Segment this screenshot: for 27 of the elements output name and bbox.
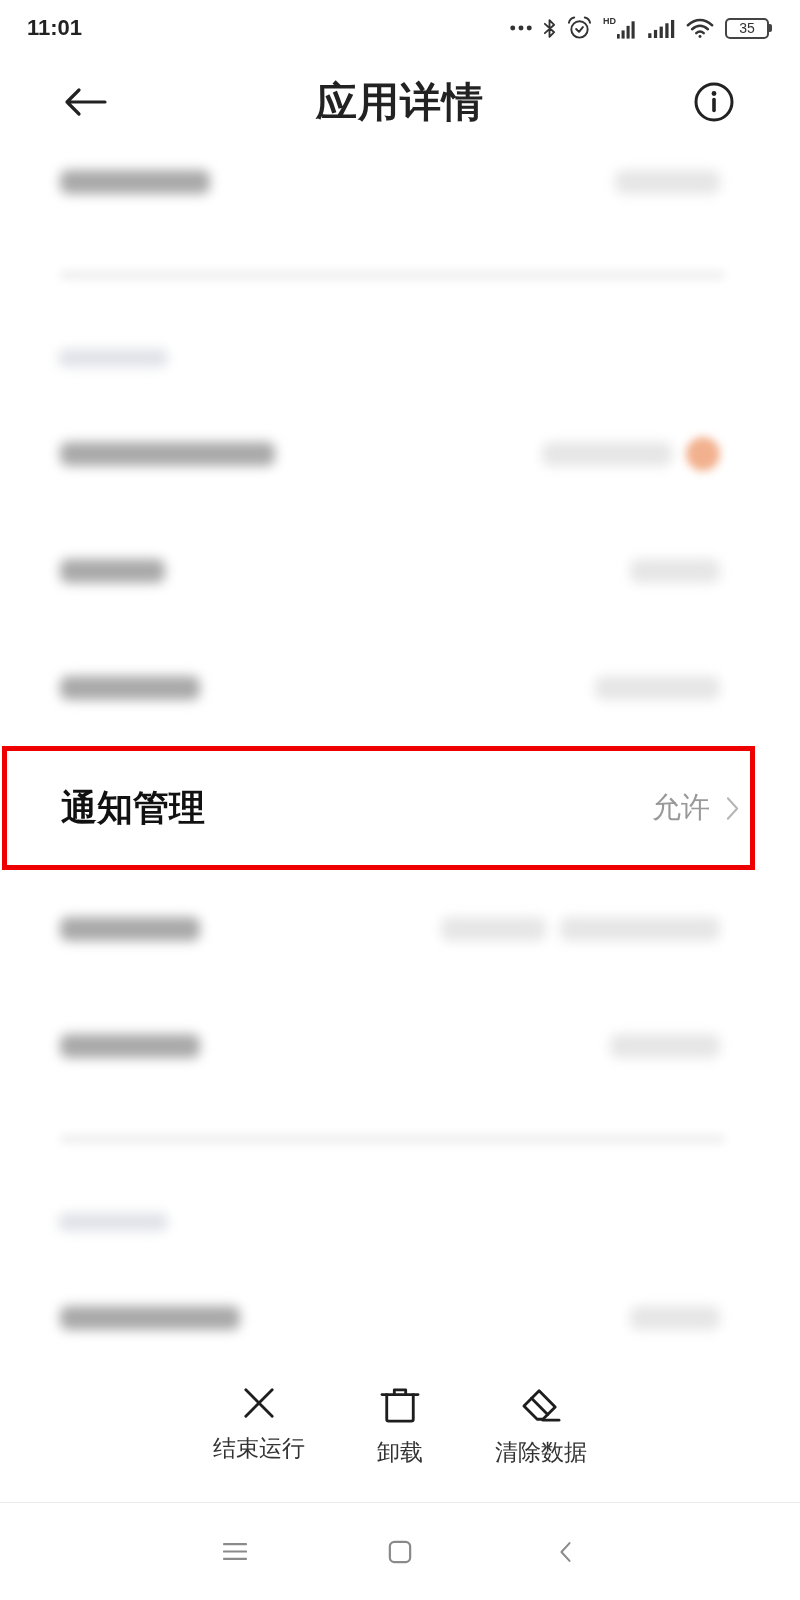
wifi-icon xyxy=(686,17,714,39)
page-title: 应用详情 xyxy=(316,76,484,128)
trash-icon xyxy=(380,1387,420,1423)
chevron-left-icon[interactable] xyxy=(558,1539,572,1564)
row-label: 通知管理 xyxy=(61,785,205,830)
battery-percent: 35 xyxy=(739,21,755,35)
status-time: 11:01 xyxy=(27,15,83,41)
eraser-icon xyxy=(521,1387,561,1423)
signal-icon xyxy=(648,18,675,38)
row-value: 允许 xyxy=(652,789,710,826)
arrow-left-icon xyxy=(63,87,107,117)
clear-data-button[interactable]: 清除数据 xyxy=(495,1387,587,1468)
close-icon xyxy=(243,1387,275,1419)
settings-row[interactable]: 通知管理 允许 xyxy=(2,746,755,870)
signal-icon xyxy=(617,20,637,39)
uninstall-button[interactable]: 卸载 xyxy=(377,1387,423,1468)
info-icon xyxy=(694,82,734,122)
back-button[interactable] xyxy=(63,87,107,117)
alarm-clock-icon xyxy=(567,16,592,40)
network-type-label: HD xyxy=(603,17,616,26)
dots-icon xyxy=(510,25,532,31)
menu-icon[interactable] xyxy=(223,1542,247,1561)
square-icon[interactable] xyxy=(388,1539,412,1564)
chevron-right-icon xyxy=(726,795,739,821)
info-button[interactable] xyxy=(694,82,734,122)
bluetooth-icon xyxy=(543,16,556,40)
end-task-button[interactable]: 结束运行 xyxy=(213,1387,305,1464)
